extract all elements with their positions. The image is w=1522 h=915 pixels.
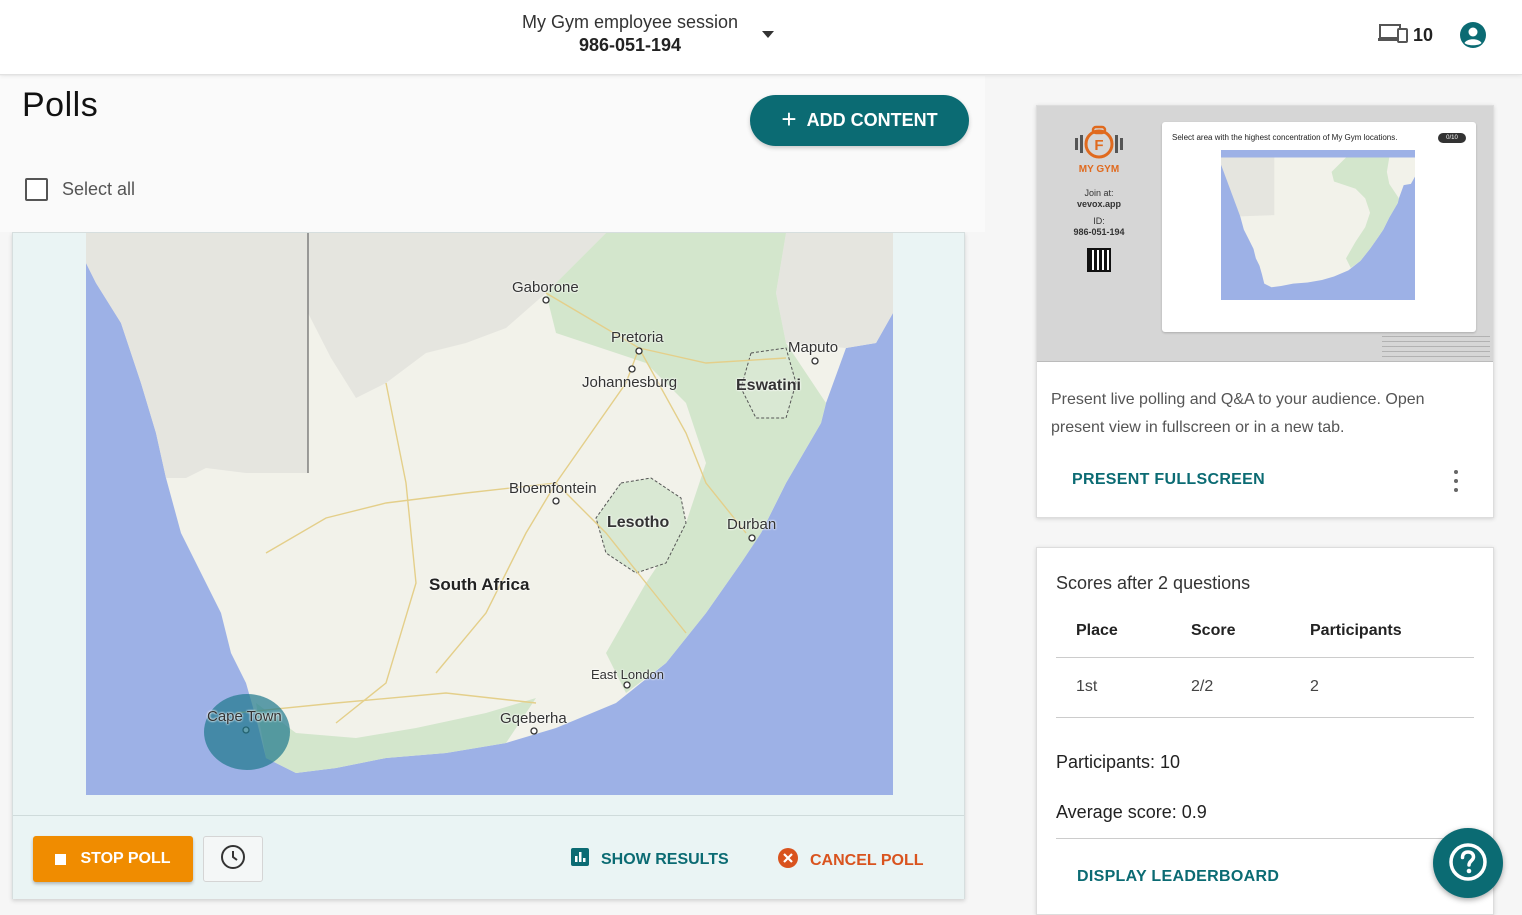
map-label-south-africa: South Africa <box>429 575 530 594</box>
poll-map-image[interactable]: Gaborone Pretoria Maputo Johannesburg Es… <box>86 233 893 795</box>
stop-poll-label: STOP POLL <box>80 850 171 867</box>
present-description: Present live polling and Q&A to your aud… <box>1051 391 1425 436</box>
show-results-label: SHOW RESULTS <box>601 850 729 868</box>
present-fullscreen-button[interactable]: PRESENT FULLSCREEN <box>1072 471 1265 489</box>
polls-header: Polls + ADD CONTENT Select all <box>0 76 985 232</box>
poll-actions: STOP POLL SHOW RESULTS CANCEL POLL <box>13 815 964 899</box>
participants-count: Participants: 10 <box>1056 752 1181 772</box>
stop-icon <box>55 853 67 865</box>
top-bar: My Gym employee session 986-051-194 10 <box>0 0 1522 75</box>
scores-card: Scores after 2 questions Place Score Par… <box>1036 547 1494 915</box>
device-count: 10 <box>1413 25 1434 45</box>
stop-poll-button[interactable]: STOP POLL <box>33 836 193 882</box>
plus-icon: + <box>781 104 797 134</box>
preview-id-label: ID: <box>1093 216 1105 226</box>
cell-place: 1st <box>1056 657 1171 718</box>
map-label-eswatini: Eswatini <box>736 377 801 394</box>
map-label-maputo: Maputo <box>788 339 839 356</box>
column-header-place: Place <box>1056 606 1171 658</box>
preview-question: Select area with the highest concentrati… <box>1172 133 1398 142</box>
preview-join-info: Join at: vevox.app ID: 986-051-194 <box>1057 188 1141 238</box>
gym-logo-icon: F <box>1073 124 1125 167</box>
column-header-score: Score <box>1171 606 1290 658</box>
show-results-button[interactable]: SHOW RESULTS <box>571 848 729 871</box>
display-leaderboard-button[interactable]: DISPLAY LEADERBOARD <box>1077 868 1279 886</box>
cell-participants: 2 <box>1290 657 1474 718</box>
preview-slide: Select area with the highest concentrati… <box>1162 122 1476 332</box>
preview-join-url: vevox.app <box>1076 199 1122 209</box>
preview-join-label: Join at: <box>1084 188 1114 198</box>
map-label-durban: Durban <box>727 516 777 533</box>
cell-score: 2/2 <box>1171 657 1290 718</box>
devices-icon <box>1377 22 1409 49</box>
add-content-button[interactable]: + ADD CONTENT <box>750 95 969 146</box>
preview-footer-text <box>1382 336 1490 358</box>
table-row: 1st 2/2 2 <box>1056 657 1474 718</box>
connected-devices[interactable]: 10 <box>1377 22 1433 49</box>
page-title: Polls <box>22 86 99 124</box>
timer-button[interactable] <box>203 836 263 882</box>
help-button[interactable] <box>1433 828 1503 898</box>
present-card: F MY GYM Join at: vevox.app ID: 986-051-… <box>1036 105 1494 518</box>
preview-map-image <box>1221 150 1415 300</box>
preview-response-badge: 0/10 <box>1438 133 1466 143</box>
select-all-checkbox[interactable] <box>25 178 48 201</box>
average-score: Average score: 0.9 <box>1056 802 1207 822</box>
map-label-bloemfontein: Bloemfontein <box>509 480 597 497</box>
select-all-label: Select all <box>62 179 136 199</box>
caret-down-icon[interactable] <box>762 31 774 38</box>
select-all[interactable]: Select all <box>25 178 135 201</box>
svg-text:F: F <box>1094 137 1103 154</box>
help-icon <box>1448 842 1488 885</box>
map-label-gaborone: Gaborone <box>512 279 579 296</box>
cancel-poll-label: CANCEL POLL <box>810 851 924 869</box>
add-content-label: ADD CONTENT <box>806 110 938 130</box>
divider <box>1056 838 1474 839</box>
preview-id-value: 986-051-194 <box>1073 227 1125 237</box>
bar-chart-icon <box>571 848 589 871</box>
session-selector[interactable]: My Gym employee session 986-051-194 <box>505 12 755 56</box>
poll-card: Gaborone Pretoria Maputo Johannesburg Es… <box>12 232 965 899</box>
session-code: 986-051-194 <box>578 35 682 55</box>
session-name: My Gym employee session <box>521 12 739 32</box>
qr-code-icon <box>1087 248 1111 272</box>
cancel-poll-button[interactable]: CANCEL POLL <box>778 848 923 873</box>
cancel-icon <box>778 848 798 873</box>
map-label-cape-town: Cape Town <box>207 708 282 725</box>
map-label-east-london: East London <box>591 667 665 682</box>
table-header-row: Place Score Participants <box>1056 606 1474 658</box>
scores-title: Scores after 2 questions <box>1056 573 1251 593</box>
map-label-lesotho: Lesotho <box>607 514 670 531</box>
preview-brand: MY GYM <box>1078 164 1120 175</box>
map-label-gqeberha: Gqeberha <box>500 710 567 727</box>
map-label-johannesburg: Johannesburg <box>582 374 678 391</box>
present-preview[interactable]: F MY GYM Join at: vevox.app ID: 986-051-… <box>1037 106 1493 362</box>
more-options-icon[interactable] <box>1453 470 1459 492</box>
map-label-pretoria: Pretoria <box>611 329 664 346</box>
clock-icon <box>220 844 246 875</box>
scores-table: Place Score Participants 1st 2/2 2 <box>1056 606 1474 718</box>
answer-marker <box>204 694 290 770</box>
account-icon[interactable] <box>1459 21 1487 54</box>
column-header-participants: Participants <box>1290 606 1474 658</box>
